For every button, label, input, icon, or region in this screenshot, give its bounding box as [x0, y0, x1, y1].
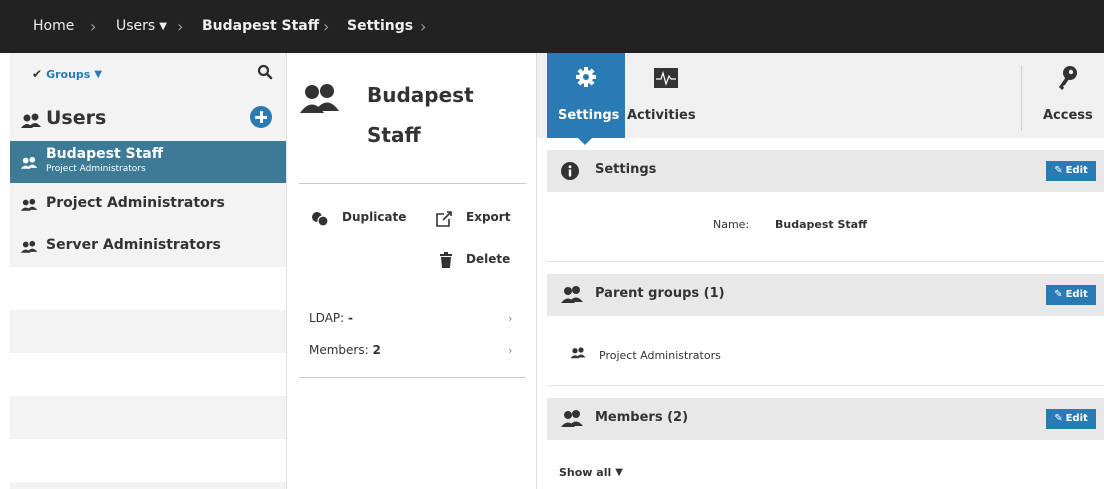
info-icon	[561, 162, 579, 180]
users-group-icon	[561, 410, 583, 427]
breadcrumb-group[interactable]: Budapest Staff	[202, 0, 319, 53]
active-tab-indicator	[578, 138, 592, 145]
delete-label: Delete	[466, 252, 511, 266]
ldap-row[interactable]: LDAP: -	[309, 311, 353, 325]
group-list-item-server-administrators[interactable]: Server Administrators	[10, 225, 286, 267]
parent-groups-edit-button[interactable]: ✎ Edit	[1046, 285, 1096, 305]
caret-down-icon: ▼	[94, 69, 103, 80]
list-filler-row	[10, 267, 286, 310]
ldap-value: -	[348, 311, 354, 325]
trash-icon	[440, 252, 452, 268]
group-title: Budapest Staff	[367, 83, 474, 147]
gear-icon	[576, 67, 596, 87]
tab-access[interactable]: Access	[1029, 53, 1104, 138]
caret-down-icon: ▼	[159, 21, 167, 32]
duplicate-label: Duplicate	[342, 210, 407, 224]
caret-down-icon: ▼	[615, 467, 623, 478]
tab-divider	[1021, 65, 1022, 131]
edit-label: Edit	[1065, 165, 1088, 176]
members-section-header: Members (2) ✎ Edit	[547, 398, 1104, 440]
breadcrumb-separator-icon: ›	[177, 17, 184, 36]
export-icon	[436, 211, 452, 227]
group-subtitle: Project Administrators	[46, 164, 146, 174]
breadcrumb: Home › Users ▼ › Budapest Staff › Setting…	[0, 0, 1104, 53]
group-list-item-budapest-staff[interactable]: Budapest Staff Project Administrators	[10, 141, 286, 183]
settings-panel: Settings Activities Access Settings ✎ Ed…	[536, 53, 1104, 489]
users-header: Users	[10, 97, 286, 141]
breadcrumb-separator-icon: ›	[420, 17, 427, 36]
export-label: Export	[466, 210, 511, 224]
members-count: 2	[372, 343, 381, 357]
chevron-right-icon: ›	[508, 344, 513, 357]
users-group-icon	[561, 286, 583, 303]
activity-monitor-icon	[654, 68, 678, 88]
divider	[299, 377, 526, 378]
divider	[547, 261, 1104, 262]
ldap-label: LDAP:	[309, 311, 345, 325]
edit-label: Edit	[1065, 413, 1088, 424]
parent-group-name: Project Administrators	[599, 349, 721, 362]
tab-bar: Settings Activities Access	[537, 53, 1104, 145]
settings-section-title: Settings	[595, 162, 657, 177]
tab-activities-label: Activities	[627, 108, 696, 123]
chevron-right-icon: ›	[508, 312, 513, 325]
pencil-icon: ✎	[1054, 413, 1063, 424]
list-filler-row	[10, 439, 286, 482]
duplicate-icon	[312, 212, 329, 227]
breadcrumb-users-label: Users	[116, 18, 156, 34]
pencil-icon: ✎	[1054, 165, 1063, 176]
checkmark-icon: ✔	[32, 67, 43, 81]
users-group-icon	[570, 347, 586, 359]
pencil-icon: ✎	[1054, 289, 1063, 300]
tab-settings[interactable]: Settings	[547, 53, 625, 138]
name-value: Budapest Staff	[775, 218, 867, 231]
members-row[interactable]: Members: 2	[309, 343, 381, 357]
groups-sidebar: ✔ Groups ▼ Users Budapest Staff Project Ad…	[10, 53, 286, 489]
list-filler-row	[10, 482, 286, 489]
users-group-icon	[20, 240, 38, 253]
search-icon[interactable]	[257, 64, 273, 80]
group-detail-panel: Budapest Staff Duplicate Export Delete L…	[286, 53, 536, 489]
members-section-title: Members (2)	[595, 410, 689, 425]
members-edit-button[interactable]: ✎ Edit	[1046, 409, 1096, 429]
parent-groups-section-header: Parent groups (1) ✎ Edit	[547, 274, 1104, 316]
list-filler-row	[10, 353, 286, 396]
divider	[299, 183, 526, 184]
settings-edit-button[interactable]: ✎ Edit	[1046, 161, 1096, 181]
list-filler-row	[10, 396, 286, 439]
key-icon	[1059, 66, 1077, 90]
group-name: Project Administrators	[46, 195, 225, 211]
show-all-dropdown[interactable]: Show all ▼	[559, 466, 623, 479]
breadcrumb-separator-icon: ›	[323, 17, 330, 36]
breadcrumb-home[interactable]: Home	[33, 0, 74, 53]
show-all-label: Show all	[559, 466, 612, 479]
breadcrumb-page[interactable]: Settings	[347, 0, 413, 53]
breadcrumb-users[interactable]: Users ▼	[116, 0, 167, 53]
users-group-icon	[300, 84, 339, 113]
members-label: Members:	[309, 343, 369, 357]
divider	[547, 385, 1104, 386]
tab-activities[interactable]: Activities	[625, 53, 715, 138]
users-group-icon	[20, 198, 38, 211]
tab-access-label: Access	[1043, 108, 1093, 123]
groups-filter-label: Groups	[46, 68, 91, 81]
breadcrumb-separator-icon: ›	[90, 17, 97, 36]
edit-label: Edit	[1065, 289, 1088, 300]
app-frame: Home › Users ▼ › Budapest Staff › Setting…	[0, 0, 1104, 489]
users-title: Users	[46, 107, 107, 129]
settings-section-header: Settings ✎ Edit	[547, 150, 1104, 192]
users-group-icon	[21, 113, 41, 128]
users-group-icon	[20, 156, 38, 169]
name-label: Name:	[713, 218, 750, 231]
group-name: Server Administrators	[46, 237, 221, 253]
add-group-button[interactable]	[250, 106, 272, 128]
group-list-item-project-administrators[interactable]: Project Administrators	[10, 183, 286, 225]
groups-filter-dropdown[interactable]: ✔ Groups ▼	[32, 67, 102, 81]
list-filler-row	[10, 310, 286, 353]
group-name: Budapest Staff	[46, 146, 164, 162]
parent-groups-title: Parent groups (1)	[595, 286, 725, 301]
tab-settings-label: Settings	[558, 108, 620, 123]
